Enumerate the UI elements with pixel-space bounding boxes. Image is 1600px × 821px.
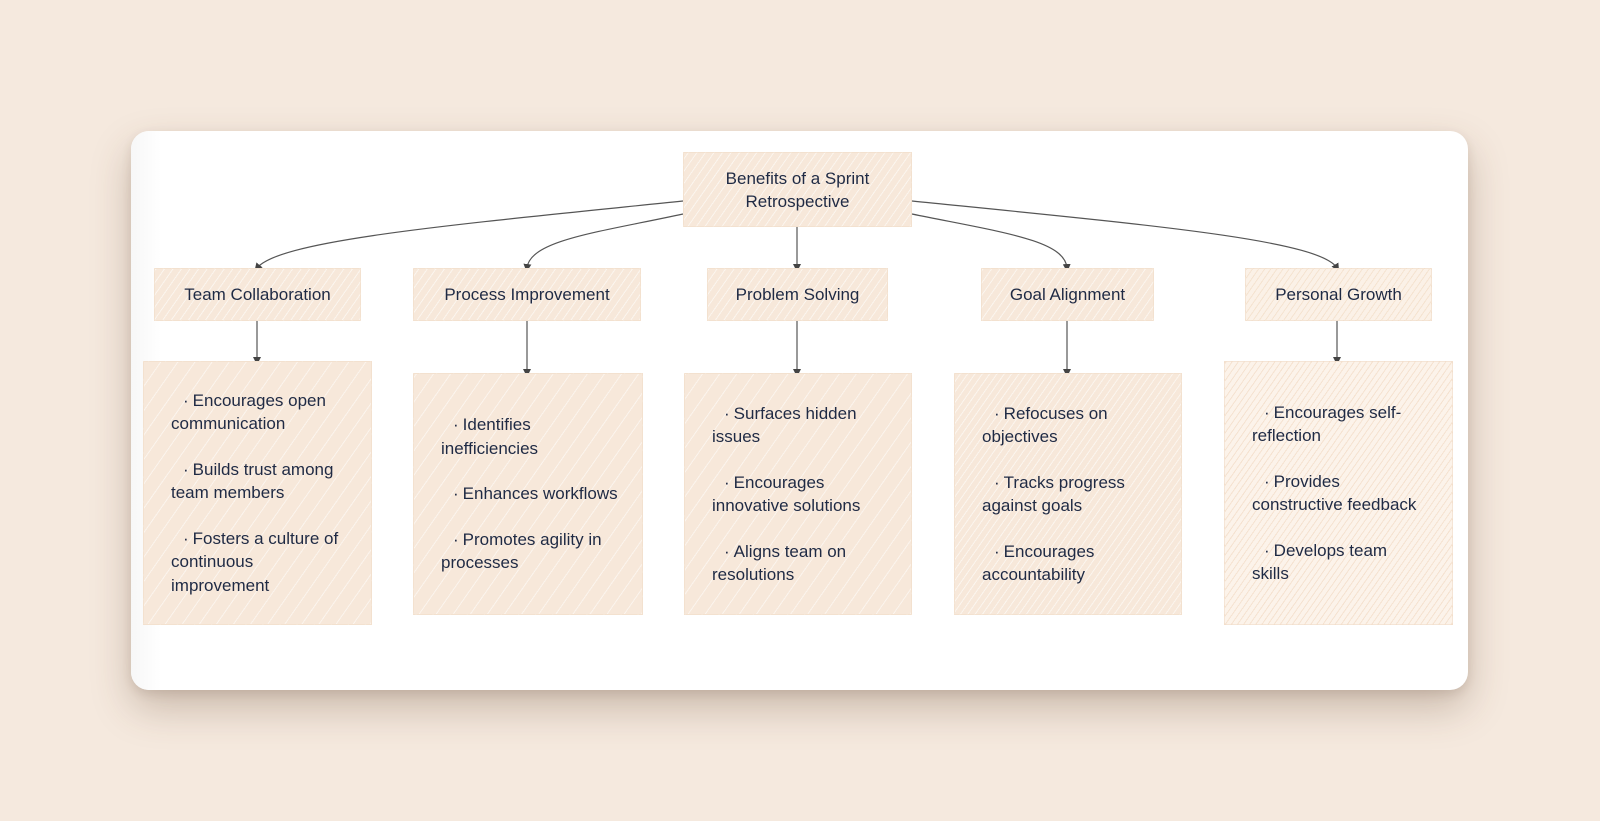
bullet-icon: · bbox=[183, 459, 189, 479]
list-item: · Aligns team on resolutions bbox=[712, 541, 847, 585]
list-item: · Provides constructive feedback bbox=[1252, 471, 1417, 515]
branch-node-team-collaboration[interactable]: Team Collaboration bbox=[154, 268, 361, 321]
bullet-icon: · bbox=[1264, 540, 1270, 560]
list-item: · Encourages innovative solutions bbox=[712, 472, 861, 516]
list-item: · Surfaces hidden issues bbox=[712, 403, 857, 447]
bullet-icon: · bbox=[183, 528, 189, 548]
branch-node-label: Team Collaboration bbox=[184, 285, 331, 304]
list-item: · Builds trust among team members bbox=[171, 459, 334, 503]
bullet-icon: · bbox=[724, 541, 730, 561]
list-item: · Encourages open communication bbox=[171, 390, 326, 434]
root-node[interactable]: Benefits of a Sprint Retrospective bbox=[683, 152, 912, 227]
branch-node-label: Personal Growth bbox=[1275, 285, 1402, 304]
bullet-icon: · bbox=[994, 472, 1000, 492]
detail-node-problem-solving[interactable]: · Surfaces hidden issues · Encourages inno… bbox=[684, 373, 912, 615]
branch-node-label: Goal Alignment bbox=[1009, 285, 1126, 304]
bullet-icon: · bbox=[994, 541, 1000, 561]
list-item: · Encourages accountability bbox=[982, 541, 1095, 585]
branch-node-goal-alignment[interactable]: Goal Alignment bbox=[981, 268, 1154, 321]
bullet-icon: · bbox=[994, 403, 1000, 423]
bullet-icon: · bbox=[453, 529, 459, 549]
detail-node-process-improvement[interactable]: · Identifies inefficiencies · Enhances wor… bbox=[413, 373, 643, 615]
bullet-icon: · bbox=[1264, 402, 1270, 422]
list-item: · Fosters a culture of continuous improve… bbox=[171, 528, 339, 595]
list-item: · Promotes agility in processes bbox=[441, 529, 602, 573]
list-item: · Tracks progress against goals bbox=[982, 472, 1125, 516]
list-item: · Identifies inefficiencies bbox=[441, 415, 539, 458]
branch-node-process-improvement[interactable]: Process Improvement bbox=[413, 268, 641, 321]
bullet-icon: · bbox=[724, 472, 730, 492]
branch-node-personal-growth[interactable]: Personal Growth bbox=[1245, 268, 1432, 321]
detail-node-goal-alignment[interactable]: · Refocuses on objectives · Tracks progres… bbox=[954, 373, 1182, 615]
branch-node-label: Process Improvement bbox=[444, 285, 610, 304]
list-item: · Encourages self-reflection bbox=[1252, 402, 1402, 446]
root-node-label: Benefits of a Sprint Retrospective bbox=[725, 168, 870, 211]
bullet-icon: · bbox=[724, 403, 730, 423]
bullet-icon: · bbox=[453, 415, 459, 435]
detail-node-personal-growth[interactable]: · Encourages self-reflection · Provides co… bbox=[1224, 361, 1453, 625]
list-item: · Develops team skills bbox=[1252, 540, 1388, 584]
branch-node-label: Problem Solving bbox=[735, 285, 860, 304]
bullet-icon: · bbox=[183, 390, 189, 410]
detail-node-team-collaboration[interactable]: · Encourages open communication · Builds t… bbox=[143, 361, 372, 625]
list-item: · Refocuses on objectives bbox=[982, 403, 1108, 447]
list-item: · Enhances workflows bbox=[441, 482, 618, 506]
bullet-icon: · bbox=[453, 484, 459, 504]
bullet-icon: · bbox=[1264, 471, 1270, 491]
branch-node-problem-solving[interactable]: Problem Solving bbox=[707, 268, 888, 321]
